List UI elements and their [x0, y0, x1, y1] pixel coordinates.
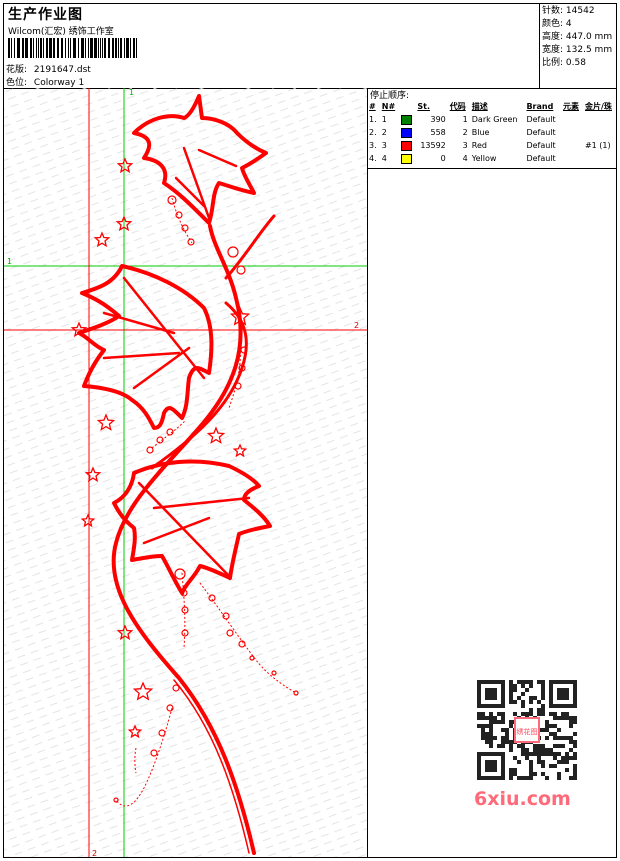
watermark-text: 6xiu.com	[474, 788, 571, 810]
stat-stitches: 针数: 14542	[542, 6, 595, 16]
row-stitches: 390	[430, 115, 446, 124]
stat-scale: 比例: 0.58	[542, 58, 586, 68]
table-header-row: # N# St. 代码 描述 Brand 元素 金片/珠	[367, 100, 617, 113]
col-stitches: St.	[417, 102, 431, 111]
stat-colors: 颜色: 4	[542, 19, 572, 29]
row-swatch	[399, 152, 415, 165]
row-sequin	[583, 126, 617, 139]
row-description: Yellow	[471, 154, 497, 163]
col-sequin: 金片/珠	[584, 102, 612, 111]
table-row: 3. 3 13592 3 Red Default #1 (1)	[367, 139, 617, 152]
color-swatch	[400, 140, 412, 151]
fabric-background	[4, 88, 367, 857]
row-code: 1	[462, 115, 468, 124]
stop-sequence-table: # N# St. 代码 描述 Brand 元素 金片/珠 1. 1 390 1 Dark…	[367, 100, 617, 165]
qr-stamp-text: 绣花图	[517, 727, 538, 736]
row-brand: Default	[526, 141, 556, 150]
row-needle: 3	[381, 141, 387, 150]
studio-name: Wilcom(汇宏) 绣饰工作室	[8, 27, 114, 37]
row-sequin	[583, 152, 617, 165]
row-needle: 2	[381, 128, 387, 137]
row-stitches: 558	[430, 128, 446, 137]
table-row: 1. 1 390 1 Dark Green Default	[367, 113, 617, 126]
col-element: 元素	[562, 102, 579, 111]
color-swatch	[400, 153, 412, 164]
stats-divider	[539, 3, 540, 88]
row-brand: Default	[526, 154, 556, 163]
row-swatch	[399, 113, 415, 126]
row-stitches: 0	[440, 154, 446, 163]
row-code: 2	[462, 128, 468, 137]
row-element	[561, 126, 583, 139]
embroidery-preview: 1 1 2 2	[4, 88, 367, 857]
table-row: 2. 2 558 2 Blue Default	[367, 126, 617, 139]
row-index: 1.	[369, 115, 377, 124]
canvas-divider	[367, 88, 368, 858]
row-stitches: 13592	[420, 141, 446, 150]
table-bottom-divider	[367, 168, 617, 169]
color-swatch	[400, 114, 412, 125]
col-needle: N#	[381, 102, 396, 111]
colorway-label: 色位:	[6, 78, 28, 88]
row-code: 4	[462, 154, 468, 163]
colorway-row: 色位: Colorway 1	[6, 75, 84, 88]
qr-code: 绣花图	[470, 680, 584, 780]
design-file-label: 花版:	[6, 65, 28, 75]
design-file-value: 2191647.dst	[33, 65, 91, 75]
row-brand: Default	[526, 115, 556, 124]
stat-width: 宽度: 132.5 mm	[542, 45, 613, 55]
stat-height: 高度: 447.0 mm	[542, 32, 613, 42]
sheet-title: 生产作业图	[8, 7, 83, 23]
col-description: 描述	[471, 102, 488, 111]
row-index: 3.	[369, 141, 377, 150]
col-index: #	[369, 102, 376, 111]
row-brand: Default	[526, 128, 556, 137]
guide-label-green-v: 1	[129, 88, 134, 97]
row-sequin	[583, 113, 617, 126]
color-swatch	[400, 127, 412, 138]
row-needle: 1	[381, 115, 387, 124]
table-row: 4. 4 0 4 Yellow Default	[367, 152, 617, 165]
row-swatch	[399, 139, 415, 152]
row-sequin: #1 (1)	[584, 141, 611, 150]
row-needle: 4	[381, 154, 387, 163]
row-description: Blue	[471, 128, 490, 137]
row-swatch	[399, 126, 415, 139]
row-description: Dark Green	[471, 115, 518, 124]
row-element	[561, 113, 583, 126]
row-code: 3	[462, 141, 468, 150]
row-index: 2.	[369, 128, 377, 137]
row-description: Red	[471, 141, 487, 150]
stats-panel: 针数: 14542 颜色: 4 高度: 447.0 mm 宽度: 132.5 m…	[542, 5, 612, 70]
col-code: 代码	[449, 102, 466, 111]
colorway-value: Colorway 1	[33, 78, 85, 88]
guide-label-green-h: 1	[7, 257, 12, 266]
design-file-row: 花版: 2191647.dst	[6, 62, 91, 75]
barcode	[8, 38, 137, 58]
row-element	[561, 139, 583, 152]
col-brand: Brand	[526, 102, 554, 111]
row-index: 4.	[369, 154, 377, 163]
guide-label-red-v: 2	[92, 849, 97, 857]
guide-label-red-h: 2	[354, 321, 359, 330]
col-swatch	[399, 100, 415, 113]
row-element	[561, 152, 583, 165]
